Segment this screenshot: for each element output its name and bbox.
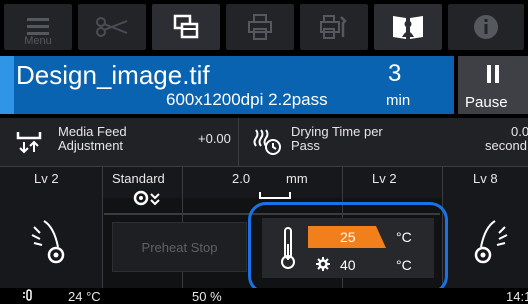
preheat-stop-button[interactable]: Preheat Stop xyxy=(112,222,247,272)
mode-settings-icon[interactable] xyxy=(132,188,160,208)
drying-unit: second xyxy=(485,138,527,153)
media-feed-icon xyxy=(16,132,42,154)
media-roll-left-icon xyxy=(31,220,65,264)
drying-time-button[interactable]: Drying Time per Pass 0.0 second xyxy=(238,118,528,166)
ambient-thermo-icon xyxy=(23,289,32,301)
right-level: Lv 8 xyxy=(473,171,498,186)
manual-button[interactable] xyxy=(374,4,442,50)
info-button[interactable] xyxy=(448,4,524,50)
left-heater-column[interactable]: Lv 2 xyxy=(0,167,102,288)
manual-icon xyxy=(393,16,423,39)
job-resolution: 600x1200dpi 2.2pass xyxy=(166,90,328,109)
copy-layers-button[interactable] xyxy=(152,4,220,50)
ambient-temp: 24 °C xyxy=(68,289,101,304)
printer-button[interactable] xyxy=(226,4,294,50)
media-roll-right-icon xyxy=(474,220,508,264)
preheat-stop-label: Preheat Stop xyxy=(141,239,218,255)
drying-time-icon xyxy=(253,129,281,155)
drying-label-2: Pass xyxy=(291,138,320,153)
media-feed-label-1: Media Feed xyxy=(58,124,127,139)
cut-icon xyxy=(96,17,128,37)
printer-settings-button[interactable] xyxy=(300,4,368,50)
printer-settings-icon xyxy=(320,15,347,39)
highlight-ring xyxy=(248,202,448,294)
pause-icon xyxy=(487,65,499,83)
gap-icon xyxy=(259,192,291,199)
menu-button[interactable]: Menu xyxy=(4,4,72,50)
remaining-time-unit: min xyxy=(386,92,411,109)
media-feed-value: +0.00 xyxy=(198,131,231,146)
right-heater-column[interactable]: Lv 8 xyxy=(442,167,528,288)
platen-gap-value: 2.0 xyxy=(232,171,251,186)
clock: 14:1 xyxy=(506,289,528,304)
drying-label-1: Drying Time per xyxy=(291,124,383,139)
cut-button[interactable] xyxy=(78,4,146,50)
remaining-time-value: 3 xyxy=(388,60,402,87)
media-feed-label-2: Adjustment xyxy=(58,138,124,153)
copy-layers-icon xyxy=(173,14,199,39)
info-icon xyxy=(474,15,498,39)
humidity: 50 % xyxy=(192,289,222,304)
pause-label: Pause xyxy=(465,94,508,111)
toolbar: Menu xyxy=(0,0,528,53)
job-filename: Design_image.tif xyxy=(16,60,210,90)
media-feed-adjustment-button[interactable]: Media Feed Adjustment +0.00 xyxy=(0,118,238,166)
progress-accent xyxy=(0,56,14,114)
printer-icon xyxy=(248,14,272,40)
left-level: Lv 2 xyxy=(34,171,59,186)
print-mode[interactable]: Standard xyxy=(112,171,165,186)
mid-level[interactable]: Lv 2 xyxy=(372,171,397,186)
menu-label: Menu xyxy=(24,35,52,47)
drying-value: 0.0 xyxy=(511,124,528,139)
platen-gap-unit: mm xyxy=(286,171,308,186)
